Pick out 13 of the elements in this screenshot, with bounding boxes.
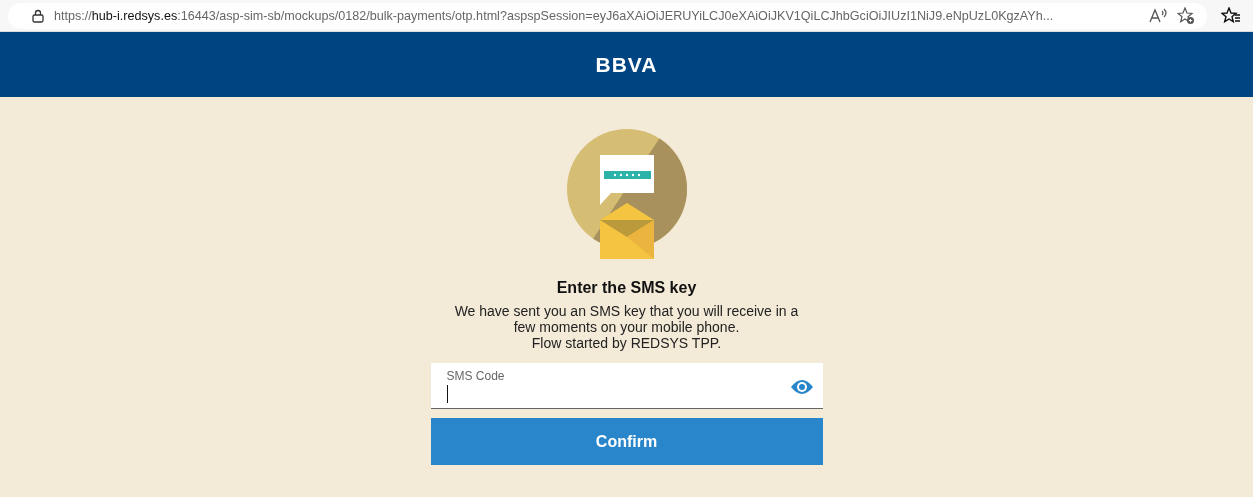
lock-icon — [32, 8, 44, 23]
page-title: Enter the SMS key — [556, 279, 697, 297]
instruction-text: We have sent you an SMS key that you will receive in a few moments on your mobile phone. Flow started by REDSYS TPP. — [454, 303, 799, 351]
show-password-icon[interactable] — [789, 377, 814, 397]
favorite-add-icon[interactable] — [1177, 6, 1195, 25]
sms-code-field[interactable]: SMS Code — [430, 363, 823, 409]
address-bar[interactable]: https://hub-i.redsys.es:16443/asp-sim-sb/mockups/0182/bulk-payments/otp.html?aspspSession=eyJ6aXAiOiJERUYiLCJ0eXAiOiJKV1QiLCJhbGciOiJIUzI1NiJ9.eNpUzL0KgzAYh... — [8, 2, 1207, 29]
read-aloud-icon[interactable] — [1149, 7, 1167, 24]
field-label: SMS Code — [446, 369, 506, 383]
bank-logo: BBVA — [595, 52, 658, 77]
confirm-button[interactable]: Confirm — [430, 418, 823, 465]
url-text: https://hub-i.redsys.es:16443/asp-sim-sb/mockups/0182/bulk-payments/otp.html?aspspSession=eyJ6aXAiOiJERUYiLCJ0eXAiOiJKV1QiLCJhbGciOiJIUzI1NiJ9.eNpUzL0KgzAYh... — [54, 8, 1055, 23]
favorites-icon[interactable] — [1221, 6, 1241, 25]
